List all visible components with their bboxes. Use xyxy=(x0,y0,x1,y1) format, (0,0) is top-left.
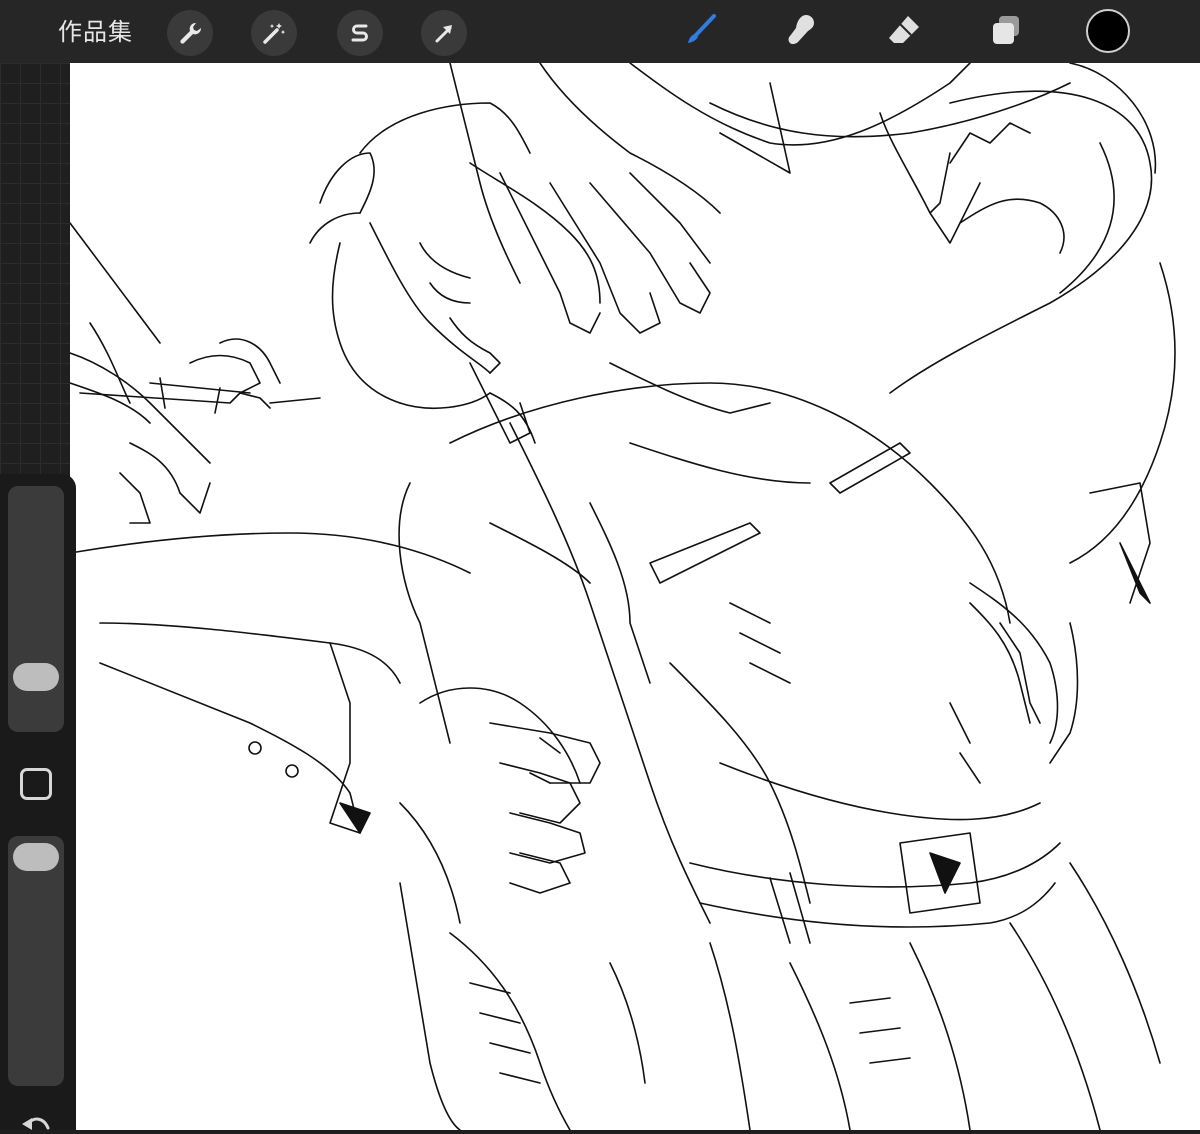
magic-wand-icon xyxy=(261,20,287,46)
actions-button[interactable] xyxy=(167,10,213,56)
brush-size-slider-thumb[interactable] xyxy=(13,663,59,691)
wrench-icon xyxy=(177,20,203,46)
undo-arrow-icon xyxy=(18,1115,54,1134)
color-picker-button[interactable] xyxy=(1086,9,1130,53)
brush-icon xyxy=(684,13,718,51)
drawing-canvas[interactable] xyxy=(70,63,1200,1130)
modify-button[interactable] xyxy=(20,768,52,800)
top-toolbar: 作品集 xyxy=(0,0,1200,63)
gallery-button[interactable]: 作品集 xyxy=(58,16,133,48)
left-sidebar xyxy=(0,474,76,1130)
adjustments-button[interactable] xyxy=(251,10,297,56)
layers-icon xyxy=(988,12,1024,52)
sketch-artwork xyxy=(70,63,1176,1130)
selection-button[interactable] xyxy=(337,10,383,56)
smudge-finger-icon xyxy=(784,12,820,52)
opacity-slider[interactable] xyxy=(8,836,64,1086)
arrow-cursor-icon xyxy=(431,20,457,46)
selection-s-icon xyxy=(347,20,373,46)
brush-size-slider[interactable] xyxy=(8,486,64,732)
transform-button[interactable] xyxy=(421,10,467,56)
layers-button[interactable] xyxy=(982,8,1030,56)
eraser-icon xyxy=(886,12,922,52)
smudge-button[interactable] xyxy=(778,8,826,56)
undo-button[interactable] xyxy=(18,1110,54,1130)
eraser-button[interactable] xyxy=(880,8,928,56)
brush-button[interactable] xyxy=(677,8,725,56)
opacity-slider-thumb[interactable] xyxy=(13,843,59,871)
